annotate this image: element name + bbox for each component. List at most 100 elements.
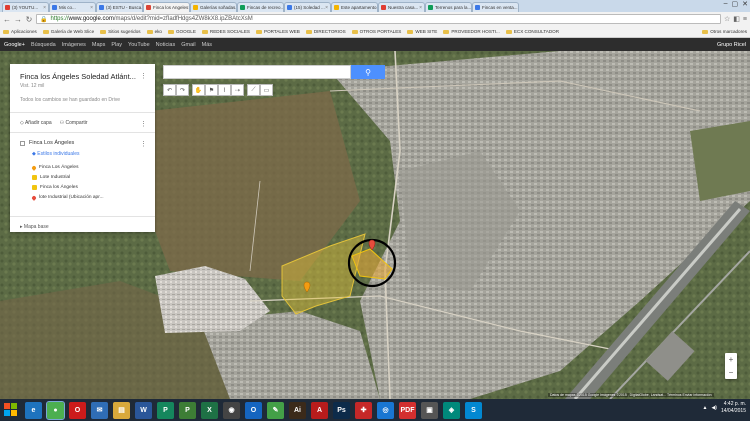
add-marker-icon[interactable]: ⚑ (205, 84, 218, 96)
measure-icon[interactable]: ⟋ (247, 84, 260, 96)
browser-tab[interactable]: Mis co... × (49, 2, 96, 12)
illustrator-app-icon[interactable]: Ai (289, 401, 306, 419)
browser-tab[interactable]: (15) Soledad ... × (284, 2, 331, 12)
undo-icon[interactable]: ↶ (163, 84, 176, 96)
project-app-icon[interactable]: P (179, 401, 196, 419)
star-icon[interactable]: ☆ (724, 15, 730, 23)
gbar-link[interactable]: Búsqueda (31, 42, 56, 48)
browser-tab[interactable]: Nuestra casa... × (378, 2, 425, 12)
start-button[interactable] (2, 401, 20, 419)
gbar-link[interactable]: Imágenes (62, 42, 86, 48)
gbar-link[interactable]: YouTube (128, 42, 150, 48)
forward-icon[interactable]: → (14, 15, 22, 24)
bookmark-item[interactable]: ECX CONSULTADOR (505, 29, 559, 34)
marker-lote-industrial[interactable] (368, 239, 376, 251)
browser-tab[interactable]: (3) YOUTU... × (2, 2, 49, 12)
close-tab-icon[interactable]: × (43, 5, 46, 11)
zoom-out-icon[interactable]: − (729, 368, 734, 377)
base-map-toggle[interactable]: ▸ Mapa base (20, 224, 49, 230)
zoom-in-icon[interactable]: + (729, 355, 734, 364)
close-tab-icon[interactable]: × (518, 5, 519, 11)
bookmark-item[interactable]: REDES SOCIALES (201, 29, 250, 34)
reload-icon[interactable]: ↻ (25, 15, 33, 24)
photoshop-app-icon[interactable]: Ps (333, 401, 350, 419)
acrobat-app-icon[interactable]: A (311, 401, 328, 419)
ie-app-icon[interactable]: e (25, 401, 42, 419)
outlook2-app-icon[interactable]: O (245, 401, 262, 419)
legend-item[interactable]: Lote Industrial (32, 174, 104, 181)
bookmark-item[interactable]: GOOGLE (167, 29, 196, 34)
gbar-link[interactable]: Más (202, 42, 212, 48)
network-icon[interactable]: ▲ (703, 405, 708, 411)
close-tab-icon[interactable]: × (325, 5, 328, 11)
minimize-icon[interactable]: – (724, 0, 728, 8)
app-globe-icon[interactable]: ◎ (377, 401, 394, 419)
gbar-link[interactable]: Gmail (181, 42, 195, 48)
clock[interactable]: 4:42 p. m. 14/04/2015 (721, 401, 746, 415)
bookmark-item[interactable]: PROVEEDOR HOSTI... (443, 29, 500, 34)
share-button[interactable]: ⚇ Compartir (60, 120, 88, 126)
browser-tab[interactable]: Terrenos para la...× (425, 2, 472, 12)
add-layer-button[interactable]: ◇ Añadir capa (20, 120, 52, 126)
legend-item[interactable]: Finca los Ángeles (32, 184, 104, 191)
close-tab-icon[interactable]: × (90, 5, 93, 11)
bookmark-item[interactable]: Aplicaciones (3, 29, 37, 34)
user-name[interactable]: Grupo Ricel (717, 42, 746, 48)
layer-header[interactable]: Finca Los Ángeles (20, 140, 74, 146)
gbar-link[interactable]: Noticias (156, 42, 176, 48)
browser-tab[interactable]: Fincas de recreo...× (237, 2, 284, 12)
app-grey-icon[interactable]: ▣ (421, 401, 438, 419)
legend-item[interactable]: Finca Los Ángeles (31, 164, 104, 171)
browser-tab[interactable]: Este apartamento...× (331, 2, 378, 12)
opera-app-icon[interactable]: O (69, 401, 86, 419)
browser-tab[interactable]: (3) ESTU - Busca...× (96, 2, 143, 12)
bookmark-item[interactable]: Sitios sugeridos (100, 29, 141, 34)
print-icon[interactable]: ▭ (260, 84, 273, 96)
explorer-app-icon[interactable]: ▤ (113, 401, 130, 419)
bookmark-item[interactable]: OTROS PORTALES (351, 29, 401, 34)
browser-tab[interactable]: Galerías soñadas...× (190, 2, 237, 12)
map-search-button[interactable]: ⚲ (351, 65, 385, 79)
word-app-icon[interactable]: W (135, 401, 152, 419)
close-icon[interactable]: ✕ (742, 0, 748, 8)
browser-tab[interactable]: Finca los Angeles× (143, 2, 190, 12)
map-search-input[interactable] (163, 65, 351, 79)
gbar-link[interactable]: Google+ (4, 42, 25, 48)
bookmark-item[interactable]: DIRECTORIOS (305, 29, 346, 34)
address-bar[interactable]: 🔒 https:// www.google.com /maps/d/edit?m… (36, 14, 721, 24)
browser-tab[interactable]: Fincas en venta...× (472, 2, 519, 12)
extension-icon[interactable]: ◧ (733, 15, 740, 23)
camera-app-icon[interactable]: ◉ (223, 401, 240, 419)
back-icon[interactable]: ← (3, 15, 11, 24)
gbar-link[interactable]: Play (111, 42, 122, 48)
bookmark-item[interactable]: Galería de Web Slice (42, 29, 94, 34)
redo-icon[interactable]: ↷ (176, 84, 189, 96)
publisher-app-icon[interactable]: P (157, 401, 174, 419)
directions-icon[interactable]: ⇢ (231, 84, 244, 96)
volume-icon[interactable]: ◀) (711, 405, 717, 411)
more-options-icon[interactable]: ⋮ (140, 72, 147, 80)
polygon-lote-industrial[interactable] (351, 248, 393, 280)
outlook-app-icon[interactable]: ✉ (91, 401, 108, 419)
gbar-link[interactable]: Maps (92, 42, 105, 48)
app-red-icon[interactable]: ✚ (355, 401, 372, 419)
excel-app-icon[interactable]: X (201, 401, 218, 419)
layer-options-icon[interactable]: ⋮ (140, 140, 147, 148)
skype-app-icon[interactable]: S (465, 401, 482, 419)
app-teal-icon[interactable]: ◈ (443, 401, 460, 419)
style-link[interactable]: ◆ Estilos individuales (32, 151, 79, 157)
more-options-icon[interactable]: ⋮ (140, 120, 147, 128)
app-green-icon[interactable]: ✎ (267, 401, 284, 419)
draw-line-icon[interactable]: ⌇ (218, 84, 231, 96)
legend-item[interactable]: lote Industrial (Ubicación apr... (31, 194, 104, 201)
layer-checkbox[interactable] (20, 140, 25, 146)
bookmark-item[interactable]: eko (146, 29, 162, 34)
bookmark-item[interactable]: PORTALES WEB (256, 29, 300, 34)
hand-icon[interactable]: ✋ (192, 84, 205, 96)
menu-icon[interactable]: ≡ (743, 16, 747, 23)
chrome-app-icon[interactable]: ● (46, 400, 65, 420)
bookmark-other[interactable]: Otros marcadores (702, 29, 747, 34)
map-title[interactable]: Finca los Ángeles Soledad Atlánt... (20, 72, 136, 81)
bookmark-item[interactable]: WEB SITE (407, 29, 437, 34)
close-tab-icon[interactable]: × (419, 5, 422, 11)
